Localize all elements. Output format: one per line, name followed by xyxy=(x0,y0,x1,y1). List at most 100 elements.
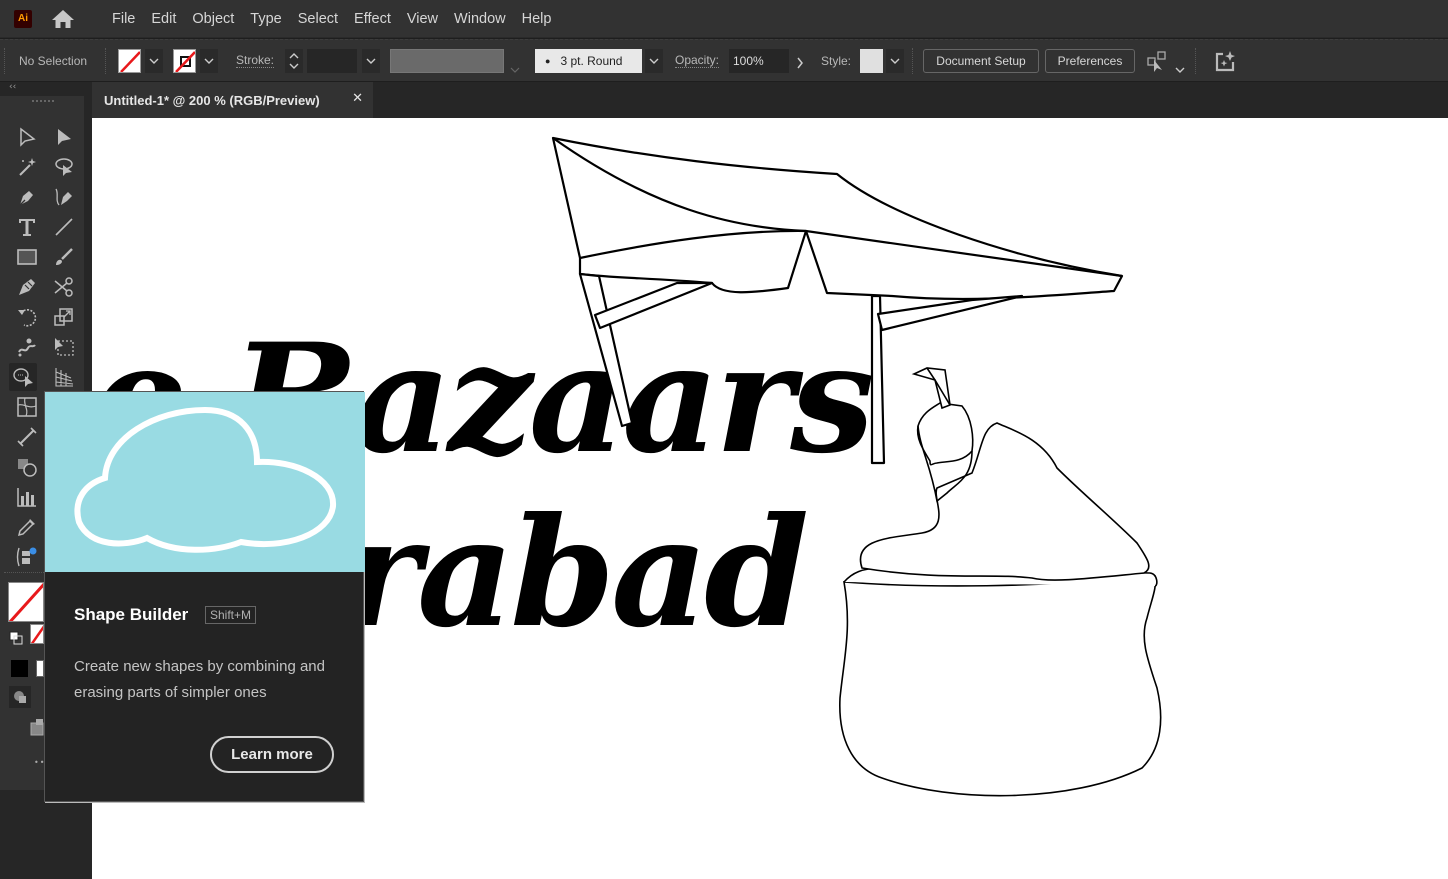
shape-builder-tool[interactable] xyxy=(9,363,37,391)
menu-effect[interactable]: Effect xyxy=(354,11,391,27)
measure-icon xyxy=(17,427,37,447)
menu-help[interactable]: Help xyxy=(522,11,552,27)
brush-dropdown[interactable] xyxy=(645,49,663,73)
pen-tool[interactable] xyxy=(13,183,41,211)
variable-width-profile[interactable] xyxy=(390,49,504,73)
opacity-field[interactable]: 100% xyxy=(729,49,789,73)
menu-type[interactable]: Type xyxy=(250,11,281,27)
stroke-label[interactable]: Stroke: xyxy=(236,54,275,68)
profile-chevron-icon[interactable] xyxy=(510,58,520,77)
type-t-icon xyxy=(19,219,35,236)
none-fill-icon xyxy=(9,583,43,621)
document-setup-button[interactable]: Document Setup xyxy=(923,49,1039,73)
shape-builder-icon xyxy=(13,368,33,387)
brush-dot-icon: ● xyxy=(545,56,551,66)
menu-select[interactable]: Select xyxy=(298,11,338,27)
opacity-expand-icon[interactable] xyxy=(796,54,804,73)
blend-tool[interactable] xyxy=(13,423,41,451)
scissors-icon xyxy=(54,277,73,297)
shapes-overlap-icon xyxy=(18,459,37,477)
lasso-tool[interactable] xyxy=(50,153,78,181)
rotate-tool[interactable] xyxy=(13,303,41,331)
menu-view[interactable]: View xyxy=(407,11,438,27)
panel-grip[interactable] xyxy=(32,100,54,104)
opacity-label[interactable]: Opacity: xyxy=(675,54,720,68)
draw-normal-icon[interactable] xyxy=(9,686,31,708)
color-mode-button[interactable] xyxy=(11,660,28,677)
chevron-down-icon xyxy=(204,58,214,64)
menu-window[interactable]: Window xyxy=(454,11,506,27)
pen-nib-icon xyxy=(19,191,33,206)
menu-edit[interactable]: Edit xyxy=(151,11,176,27)
app-logo: Ai xyxy=(14,9,32,28)
collapse-panel-icon[interactable]: ‹‹ xyxy=(9,82,16,92)
eyedropper-icon xyxy=(17,519,35,537)
stroke-weight-dropdown[interactable] xyxy=(362,49,380,73)
control-bar: No Selection Stroke: ● 3 pt. Round Opaci… xyxy=(0,39,1448,81)
screen-mode-icon[interactable] xyxy=(30,718,44,740)
stroke-weight-stepper[interactable] xyxy=(285,49,303,73)
scissors-tool[interactable] xyxy=(50,273,78,301)
style-dropdown[interactable] xyxy=(886,49,904,73)
swap-fill-stroke-icon[interactable] xyxy=(9,630,23,649)
stroke-dropdown[interactable] xyxy=(200,49,218,73)
line-segment-tool[interactable] xyxy=(50,213,78,241)
menu-bar: Ai File Edit Object Type Select Effect V… xyxy=(0,0,1448,38)
direct-selection-arrow-icon xyxy=(58,129,71,145)
lasso-icon xyxy=(55,158,73,176)
select-similar-icon[interactable] xyxy=(1146,51,1168,77)
close-icon[interactable]: ✕ xyxy=(352,91,363,106)
home-icon[interactable] xyxy=(50,8,76,30)
select-similar-chevron-icon[interactable] xyxy=(1175,58,1185,77)
perspective-grid-tool[interactable] xyxy=(50,363,78,391)
menu-object[interactable]: Object xyxy=(192,11,234,27)
paintbrush-tool[interactable] xyxy=(50,243,78,271)
free-transform-icon xyxy=(55,338,74,356)
stroke-weight-field[interactable] xyxy=(307,49,357,73)
quick-actions-icon[interactable] xyxy=(1213,50,1237,78)
tooltip-description: Create new shapes by combining and erasi… xyxy=(74,658,325,701)
artboard-tool[interactable] xyxy=(13,543,41,571)
none-fill-icon xyxy=(120,51,140,72)
tooltip-preview-image xyxy=(45,392,365,572)
preferences-button[interactable]: Preferences xyxy=(1045,49,1135,73)
magic-wand-tool[interactable] xyxy=(13,153,41,181)
tooltip-shortcut: Shift+M xyxy=(205,606,257,624)
rectangle-icon xyxy=(17,249,37,265)
chevron-down-icon xyxy=(649,58,659,64)
eyedropper-tool[interactable] xyxy=(13,513,41,541)
rectangle-tool[interactable] xyxy=(13,243,41,271)
learn-more-button[interactable]: Learn more xyxy=(210,736,334,773)
style-swatch[interactable] xyxy=(860,49,883,73)
warp-icon xyxy=(18,338,36,357)
fill-swatch[interactable] xyxy=(118,49,141,73)
scale-tool[interactable] xyxy=(50,303,78,331)
gradient-mode-button[interactable] xyxy=(36,660,44,677)
direct-selection-tool[interactable] xyxy=(50,123,78,151)
divider xyxy=(105,48,106,74)
menu-file[interactable]: File xyxy=(112,11,135,27)
selection-tool[interactable] xyxy=(13,123,41,151)
style-label: Style: xyxy=(821,54,852,68)
control-bar-grip[interactable] xyxy=(4,48,6,74)
pot-illustration xyxy=(839,367,1162,797)
column-graph-tool[interactable] xyxy=(13,483,41,511)
document-tab-title: Untitled-1* @ 200 % (RGB/Preview) xyxy=(104,92,320,108)
free-transform-tool[interactable] xyxy=(50,333,78,361)
fill-dropdown[interactable] xyxy=(145,49,163,73)
selection-arrow-icon xyxy=(20,127,36,147)
curvature-tool[interactable] xyxy=(50,183,78,211)
stroke-color-swatch[interactable] xyxy=(30,624,44,644)
stroke-swatch[interactable] xyxy=(173,49,196,73)
brush-definition[interactable]: ● 3 pt. Round xyxy=(535,49,642,73)
fill-color-swatch[interactable] xyxy=(8,582,44,622)
shaper-tool[interactable] xyxy=(13,273,41,301)
document-tab-bar: Untitled-1* @ 200 % (RGB/Preview) ✕ xyxy=(92,82,1448,118)
symbol-sprayer-tool[interactable] xyxy=(13,453,41,481)
mesh-tool[interactable] xyxy=(13,393,41,421)
document-tab[interactable]: Untitled-1* @ 200 % (RGB/Preview) ✕ xyxy=(92,82,373,118)
type-tool[interactable] xyxy=(13,213,41,241)
magic-wand-icon xyxy=(19,158,36,176)
warp-tool[interactable] xyxy=(13,333,41,361)
perspective-grid-icon xyxy=(55,368,74,387)
